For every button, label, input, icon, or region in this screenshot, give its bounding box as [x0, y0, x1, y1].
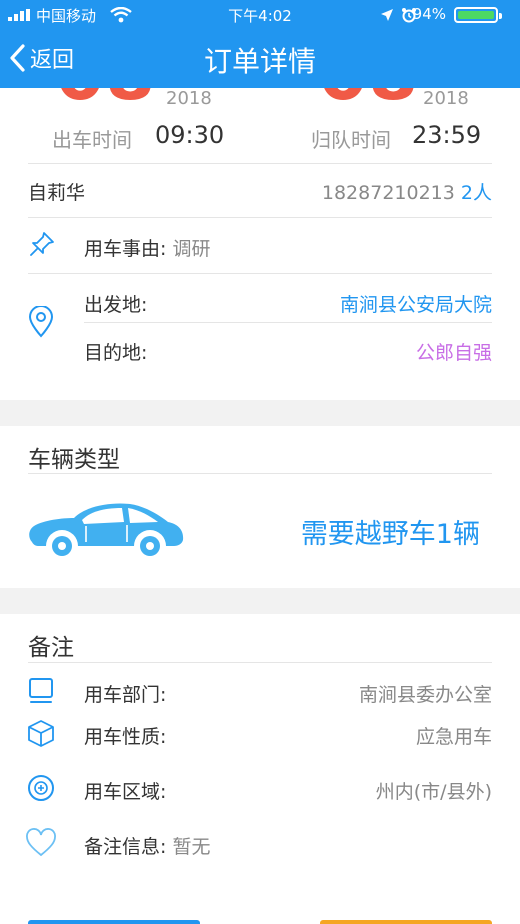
destination-label: 目的地:	[84, 342, 148, 364]
depart-day-digits: 08	[55, 88, 155, 110]
notes-section-title: 备注	[28, 635, 74, 661]
divider	[28, 217, 492, 218]
origin-label: 出发地:	[84, 294, 148, 316]
area-label: 用车区域:	[84, 781, 167, 803]
divider	[28, 163, 492, 164]
reason-value: 调研	[172, 238, 211, 260]
battery-percent: 94%	[412, 5, 446, 23]
return-day-digits: 08	[318, 88, 418, 110]
destination-value: 公郎自强	[415, 342, 492, 364]
dept-value: 南涧县委办公室	[358, 684, 492, 706]
vehicle-section-title: 车辆类型	[28, 447, 120, 473]
page-title: 订单详情	[203, 45, 316, 78]
return-time: 23:59	[412, 121, 482, 149]
car-icon	[29, 503, 184, 559]
divider	[28, 473, 492, 474]
passenger-name: 自莉华	[28, 182, 86, 204]
nature-label: 用车性质:	[84, 726, 167, 748]
origin-value: 南涧县公安局大院	[339, 294, 492, 316]
bottom-button-right[interactable]	[320, 920, 492, 924]
nature-value: 应急用车	[415, 726, 492, 748]
reason-row: 用车事由: 调研	[84, 234, 210, 261]
people-count: 2人	[460, 182, 492, 204]
location-arrow-icon	[381, 9, 393, 21]
top-bar: 中国移动 下午4:02 94% 返回 订单详情	[0, 0, 520, 88]
bottom-button-left[interactable]	[28, 920, 200, 924]
box-icon	[28, 720, 54, 747]
heart-icon	[26, 828, 56, 857]
return-time-label: 归队时间	[311, 128, 391, 152]
depart-time-label: 出车时间	[52, 128, 132, 152]
status-bar: 中国移动 下午4:02 94%	[0, 0, 520, 30]
area-dial-icon	[28, 775, 54, 801]
pin-icon	[30, 232, 54, 256]
section-gap	[0, 588, 520, 614]
remark-value: 暂无	[172, 836, 211, 858]
section-gap	[0, 400, 520, 426]
divider	[28, 273, 492, 274]
nav-bar: 返回 订单详情	[0, 30, 520, 88]
dept-label: 用车部门:	[84, 684, 167, 706]
contact-info: 18287210213 2人	[322, 178, 492, 205]
area-value: 州内(市/县外)	[375, 781, 492, 803]
divider	[84, 322, 492, 323]
reason-label: 用车事由:	[84, 238, 167, 260]
battery-icon	[454, 7, 502, 23]
divider	[28, 662, 492, 663]
depart-time: 09:30	[155, 121, 225, 149]
depart-year: 2018	[166, 88, 212, 109]
phone-number[interactable]: 18287210213	[322, 182, 455, 204]
location-icon	[28, 306, 54, 338]
remark-label: 备注信息:	[84, 836, 167, 858]
remark-row: 备注信息: 暂无	[84, 832, 210, 859]
return-year: 2018	[423, 88, 469, 109]
vehicle-requirement: 需要越野车1辆	[300, 519, 480, 550]
monitor-icon	[29, 678, 53, 703]
